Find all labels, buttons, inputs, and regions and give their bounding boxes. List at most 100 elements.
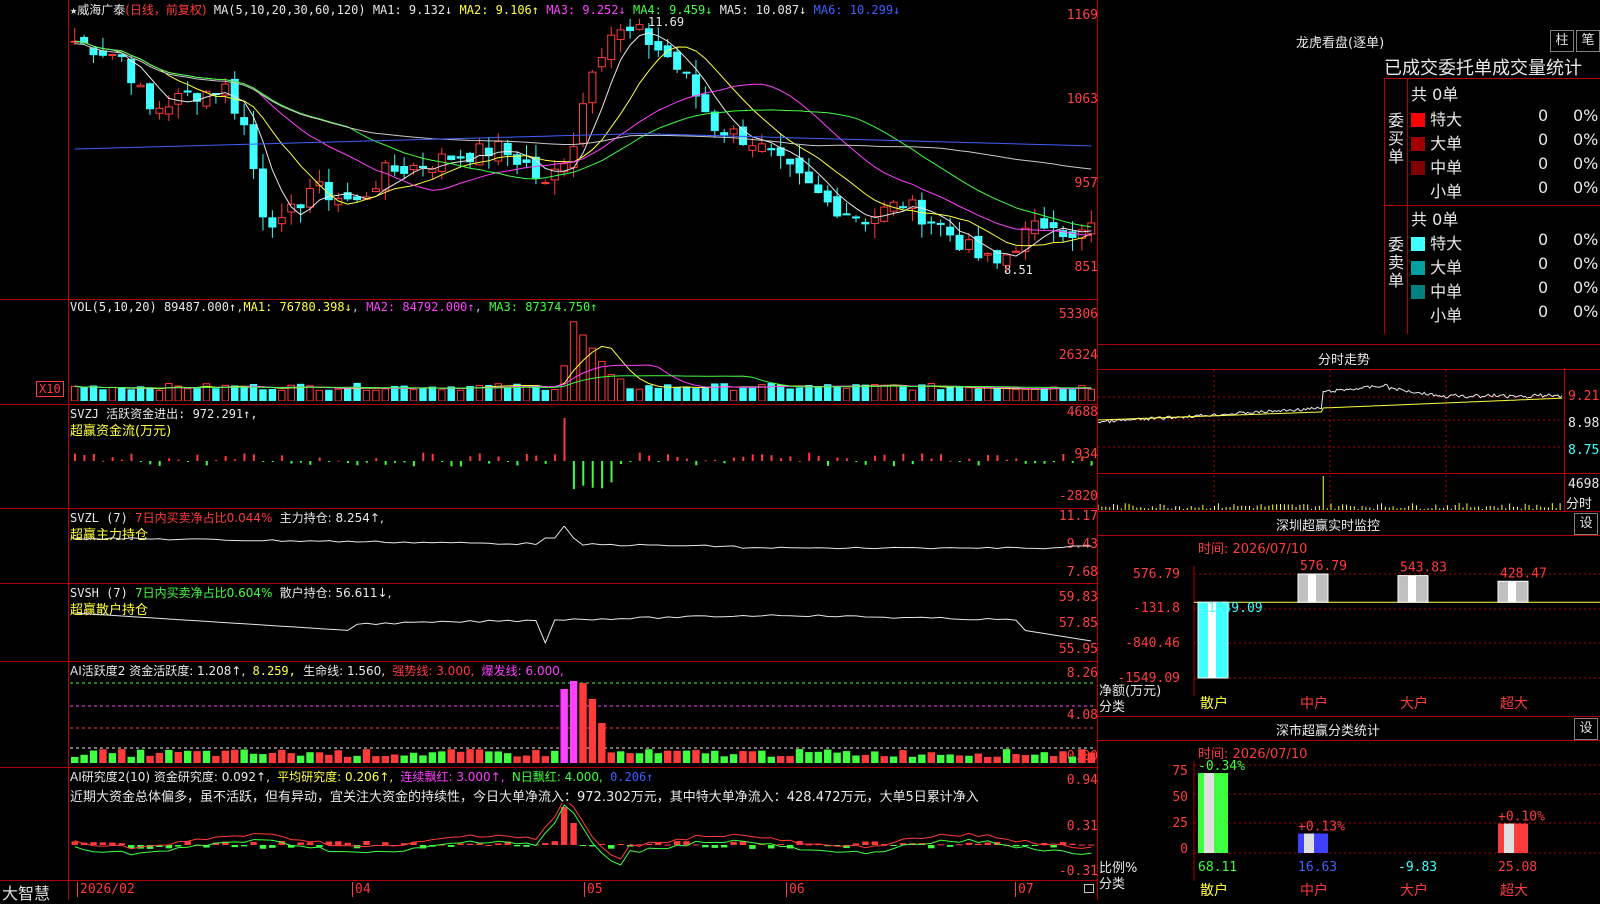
- activity-bar: [1059, 751, 1067, 763]
- volume-bar: [1040, 387, 1048, 401]
- chart-area[interactable]: ★威海广泰(日线，前复权) MA(5,10,20,30,60,120) MA1:…: [0, 0, 1098, 903]
- flow-bar: [196, 454, 199, 461]
- activity-bar: [287, 753, 295, 763]
- volume-bar: [607, 374, 615, 401]
- activity-bar: [833, 752, 841, 763]
- activity-bar: [419, 755, 427, 763]
- lock-icon[interactable]: [1084, 884, 1094, 893]
- legend-swatch: [1411, 261, 1425, 275]
- flow-bar: [130, 453, 133, 461]
- order-type: 大单: [1430, 258, 1463, 277]
- activity-bar: [993, 756, 1001, 763]
- svzj-pane[interactable]: SVZJ 活跃资金进出: 972.291↑, 超赢资金流(万元) 4688 93…: [0, 404, 1098, 509]
- sz-monitor-panel[interactable]: 深圳超赢实时监控 设 时间: 2026/07/10 576.79 -131.8 …: [1098, 512, 1600, 717]
- candle: [804, 171, 813, 184]
- ai-research-pane[interactable]: AI研究度2(10) 资金研究度: 0.092↑, 平均研究度: 0.206↑,…: [0, 767, 1098, 881]
- flow-bar: [290, 461, 293, 464]
- candle: [164, 106, 173, 115]
- volume-bar: [701, 387, 710, 401]
- order-type: 中单: [1430, 158, 1463, 177]
- sz-class-settings-button[interactable]: 设: [1574, 718, 1598, 740]
- bar-value: -1549.09: [1200, 601, 1263, 616]
- intraday-title: 分时走势: [1318, 353, 1371, 368]
- bar-mode-button[interactable]: 柱: [1550, 30, 1574, 52]
- activity-bar: [494, 751, 502, 763]
- candle: [635, 24, 644, 30]
- order-type: 小单: [1430, 306, 1463, 325]
- candle: [983, 253, 992, 256]
- candle: [136, 84, 145, 88]
- research-bar: [975, 843, 982, 845]
- candle: [682, 71, 691, 74]
- research-bar: [363, 841, 370, 845]
- activity-bar: [1068, 756, 1077, 763]
- activity-bar: [231, 749, 239, 763]
- svsh-pane[interactable]: SVSH (7) 7日内买卖净占比0.604% 散户持仓: 56.611↓, 超…: [0, 583, 1098, 662]
- longhu-panel[interactable]: 龙虎看盘(逐单) 柱 笔 已成交委托单成交量统计 委买单 委卖单 共 0单 共 …: [1098, 0, 1600, 345]
- candle: [1087, 222, 1096, 235]
- candle: [1030, 220, 1039, 235]
- candle: [418, 165, 427, 169]
- intraday-panel[interactable]: 分时走势 9.21 8.98 8.75 4698 分时: [1098, 345, 1600, 512]
- y-label: 0.94: [1066, 773, 1098, 788]
- activity-bar: [447, 749, 455, 763]
- date-axis[interactable]: 大智慧 2026/02 04 05 06 07: [0, 880, 1098, 903]
- research-bar: [692, 844, 700, 846]
- volume-pane[interactable]: VOL(5,10,20) 89487.000↑,MA1: 76780.398↓,…: [0, 299, 1098, 405]
- volume-bar: [99, 389, 107, 401]
- activity-bar: [560, 689, 568, 763]
- flow-bar: [102, 460, 105, 462]
- flow-bar: [845, 458, 848, 461]
- flow-bar: [911, 461, 914, 465]
- volume-bar: [918, 384, 926, 401]
- sell-orders-label: 委卖单: [1388, 235, 1405, 290]
- activity-bar: [664, 750, 672, 763]
- volume-bar: [306, 385, 314, 401]
- volume-bar: [456, 389, 465, 401]
- activity-bar: [946, 754, 954, 763]
- vol-ma3: MA3: 87374.750↑: [489, 300, 598, 314]
- candle: [353, 196, 362, 201]
- volume-bar: [146, 388, 154, 401]
- activity-bar: [645, 749, 653, 763]
- activity-bar: [278, 749, 286, 763]
- activity-bar: [503, 753, 512, 763]
- flow-bar: [732, 457, 735, 461]
- flow-bar: [667, 454, 670, 461]
- flow-bar: [262, 461, 265, 462]
- flow-bar: [431, 453, 434, 461]
- activity-bar: [212, 755, 220, 763]
- flow-bar: [629, 461, 632, 462]
- flow-bar: [149, 461, 152, 465]
- kline-chart[interactable]: [70, 18, 1096, 280]
- tick-mode-button[interactable]: 笔: [1576, 30, 1600, 52]
- candle: [616, 29, 625, 40]
- volume-bar: [334, 388, 342, 401]
- flow-bar: [121, 459, 124, 461]
- date-tick: 06: [786, 882, 805, 897]
- volume-bar: [861, 384, 870, 401]
- svzl-pane[interactable]: SVZL (7) 7日内买卖净占比0.044% 主力持仓: 8.254↑, 超赢…: [0, 508, 1098, 584]
- flow-bar: [1081, 456, 1084, 461]
- research-bar: [608, 845, 615, 849]
- activity-bar: [748, 751, 757, 763]
- volume-bar: [353, 382, 361, 401]
- activity-bar: [221, 750, 230, 763]
- activity-bar: [532, 749, 540, 763]
- bar-value: 543.83: [1400, 561, 1447, 576]
- sz-monitor-settings-button[interactable]: 设: [1574, 513, 1598, 535]
- ai-activity-pane[interactable]: AI活跃度2 资金活跃度: 1.208↑, 8.259, 生命线: 1.560,…: [0, 661, 1098, 768]
- longhu-tabs[interactable]: 已成交委托单成交量统计: [1384, 54, 1582, 80]
- ai-research-nday: N日飘红: 4.000,: [511, 770, 603, 784]
- activity-bar: [965, 755, 973, 763]
- candle: [1011, 250, 1020, 253]
- unit-badge[interactable]: X10: [36, 381, 64, 397]
- ai-research-avg: 平均研究度: 0.206↑,: [277, 770, 394, 784]
- vol-ma2: MA2: 84792.000↑: [366, 300, 475, 314]
- volume-bar: [739, 387, 747, 401]
- kline-pane[interactable]: ★威海广泰(日线，前复权) MA(5,10,20,30,60,120) MA1:…: [0, 0, 1098, 300]
- candle: [541, 182, 550, 185]
- sz-class-panel[interactable]: 深市超赢分类统计 设 时间: 2026/07/10 75 50 25 0 比例%…: [1098, 717, 1600, 900]
- brand-logo[interactable]: 大智慧: [2, 880, 50, 904]
- candle: [268, 217, 277, 228]
